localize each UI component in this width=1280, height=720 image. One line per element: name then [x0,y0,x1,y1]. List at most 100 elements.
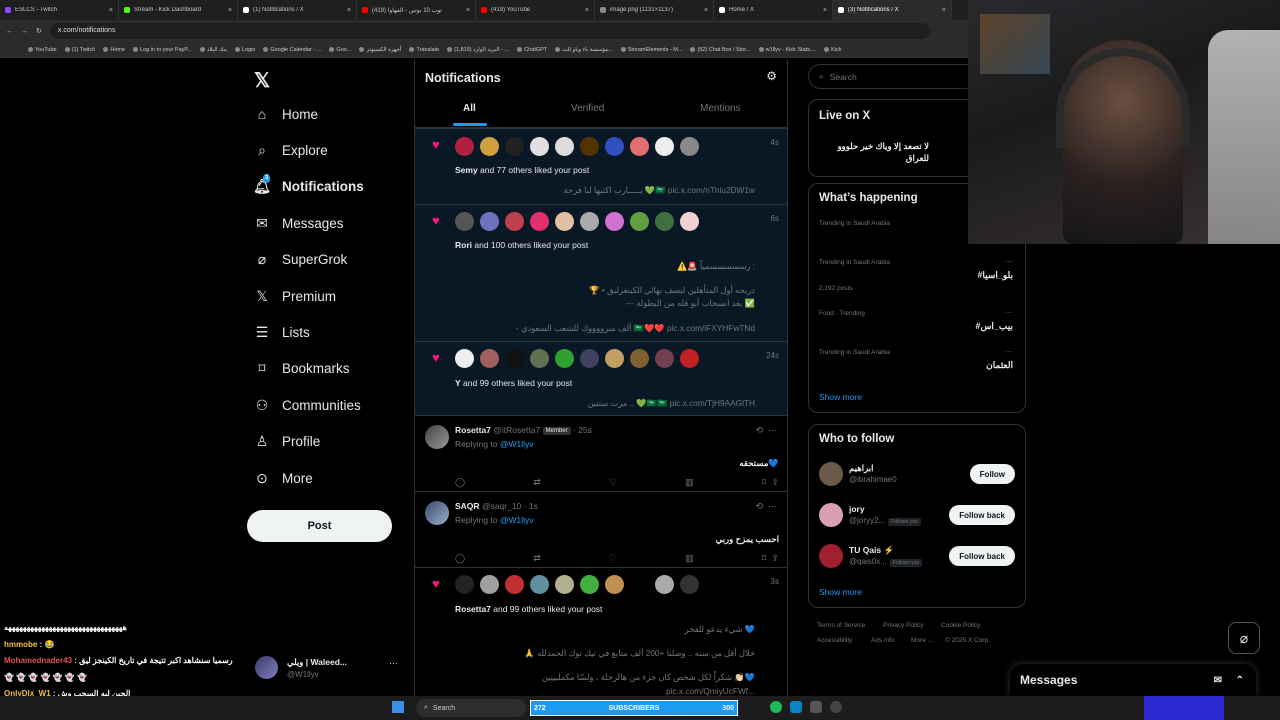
bookmark-share-icons[interactable]: ⌑ ⇪ [762,553,779,564]
avatar[interactable] [680,349,699,368]
follow-button[interactable]: Follow back [949,505,1015,525]
avatar[interactable] [680,212,699,231]
avatar[interactable] [555,349,574,368]
like-icon[interactable]: ♡ [609,477,617,488]
post-button[interactable]: Post [247,510,392,542]
avatar[interactable] [605,575,624,594]
back-icon[interactable]: ← [6,28,13,35]
retweet-icon[interactable]: ⇄ [533,477,541,488]
avatar[interactable] [630,575,649,594]
settings-gear-icon[interactable]: ⚙ [766,69,777,83]
bookmark-item[interactable]: أجهزة الكمبيوتر [359,47,401,53]
suggestion-name[interactable]: ابراهيم [849,463,873,474]
windows-start-icon[interactable] [392,701,404,713]
notification-like[interactable]: ♥ 4s Semy and 77 others liked your post … [415,128,787,204]
avatar[interactable] [580,212,599,231]
close-tab-icon[interactable]: × [585,7,589,14]
avatar[interactable] [630,137,649,156]
bookmark-item[interactable]: YouTube [28,47,57,53]
reply-tweet[interactable]: SAQR @saqr_10 · 1s ⟲ ··· Replying to @W1… [415,491,787,567]
bookmark-item[interactable]: w1llyv - Kick Stats,... [758,47,816,53]
avatar[interactable] [819,544,843,568]
bookmark-item[interactable]: Login [234,47,255,53]
bookmark-item[interactable]: ChatGPT [517,47,547,53]
avatar[interactable] [505,575,524,594]
avatar[interactable] [530,575,549,594]
bookmark-item[interactable]: Translate [409,47,439,53]
reply-icon[interactable]: ◯ [455,477,465,488]
bookmark-item[interactable]: مؤسسة باء وياو للت... [555,47,613,53]
more-dots-icon[interactable]: ··· [1005,257,1013,266]
bookmark-item[interactable]: Log in to your PayP... [133,47,192,53]
reply-tweet[interactable]: Rosetta7 @itRosetta7 Member · 25s ⟲ ··· … [415,415,787,491]
retweet-icon[interactable]: ⇄ [533,553,541,564]
close-tab-icon[interactable]: × [942,7,946,14]
bookmark-item[interactable]: Google Calendar - ... [263,47,321,53]
trend-name[interactable]: العثمان [986,360,1013,371]
nav-item-notifications[interactable]: 🔔︎ 3 Notifications [253,173,364,195]
close-tab-icon[interactable]: × [704,7,708,14]
avatar[interactable] [580,137,599,156]
show-more-link[interactable]: Show more [819,587,862,597]
tab-verified[interactable]: Verified [571,103,604,114]
bookmark-share-icons[interactable]: ⌑ ⇪ [762,477,779,488]
avatar[interactable] [505,212,524,231]
nav-item-explore[interactable]: ⌕ Explore [254,142,328,158]
avatar[interactable] [455,349,474,368]
browser-tab[interactable]: (419) توب 10 بوتين - الفهاوا × [357,0,476,20]
nav-item-bookmarks[interactable]: ⌑ Bookmarks [254,360,349,377]
nav-item-lists[interactable]: ☰ Lists [254,324,310,340]
nav-item-communities[interactable]: ⚇ Communities [254,397,361,413]
url-field[interactable]: x.com/notifications [49,23,930,39]
bookmark-item[interactable]: Home [103,47,125,53]
notification-like[interactable]: ♥ 6s Rori and 100 others liked your post… [415,204,787,341]
nav-item-more[interactable]: ⊙ More [254,470,313,486]
forward-icon[interactable]: → [21,28,28,35]
nav-item-messages[interactable]: ✉ Messages [254,215,343,231]
footer-link[interactable]: Cookie Policy [941,622,980,629]
nav-item-home[interactable]: ⌂ Home [254,106,318,122]
avatar[interactable] [630,349,649,368]
browser-tab[interactable]: Home / X × [714,0,833,20]
account-switcher[interactable]: ويلي | Waleed... @W1llyv ··· [255,656,405,682]
compose-message-icon[interactable]: ✉ [1214,675,1222,686]
avatar[interactable] [480,349,499,368]
follow-button[interactable]: Follow [969,464,1015,484]
footer-link[interactable]: Ads info [871,637,895,644]
avatar[interactable] [530,349,549,368]
avatar[interactable] [505,137,524,156]
close-tab-icon[interactable]: × [109,7,113,14]
follow-button[interactable]: Follow back [949,546,1015,566]
close-tab-icon[interactable]: × [228,7,232,14]
avatar[interactable] [530,212,549,231]
browser-tab[interactable]: image.png (1131×1137) × [595,0,714,20]
suggestion-name[interactable]: TU Qais ⚡ [849,545,894,556]
grok-icon[interactable]: ⌀ [1228,622,1260,654]
browser-tab[interactable]: (1) Notifications / X × [238,0,357,20]
footer-link[interactable]: Privacy Policy [883,622,923,629]
browser-tab[interactable]: (3) Notifications / X × [833,0,952,20]
avatar[interactable] [630,212,649,231]
footer-link[interactable]: Accessibility [817,637,852,644]
views-icon[interactable]: ▥ [685,553,694,564]
avatar[interactable] [680,575,699,594]
messages-drawer[interactable]: Messages ✉ ⌃ [1010,664,1256,696]
expand-icon[interactable]: ⌃ [1236,675,1244,686]
avatar[interactable] [580,349,599,368]
x-logo-icon[interactable]: 𝕏 [254,68,270,93]
taskbar-search[interactable]: ⌕ Search [416,699,526,717]
live-item[interactable]: لا تصعد إلا وياك خير حلووو للعراق [819,140,929,164]
search-input[interactable]: ⌕ Search [808,64,978,89]
show-more-link[interactable]: Show more [819,392,862,402]
bookmark-item[interactable]: (1) Twitch [64,47,95,53]
bookmark-item[interactable]: (1,815) البريد الوارد - ... [447,47,509,53]
browser-tab[interactable]: (419) YouTube × [476,0,595,20]
avatar[interactable] [819,462,843,486]
taskbar-app-icons[interactable] [770,701,842,713]
nav-item-premium[interactable]: 𝕏 Premium [254,288,336,304]
grok-more-icons[interactable]: ⟲ ··· [755,425,777,436]
like-icon[interactable]: ♡ [609,553,617,564]
bookmark-item[interactable]: StreamElements - M... [620,47,682,53]
avatar[interactable] [655,575,674,594]
views-icon[interactable]: ▥ [685,477,694,488]
